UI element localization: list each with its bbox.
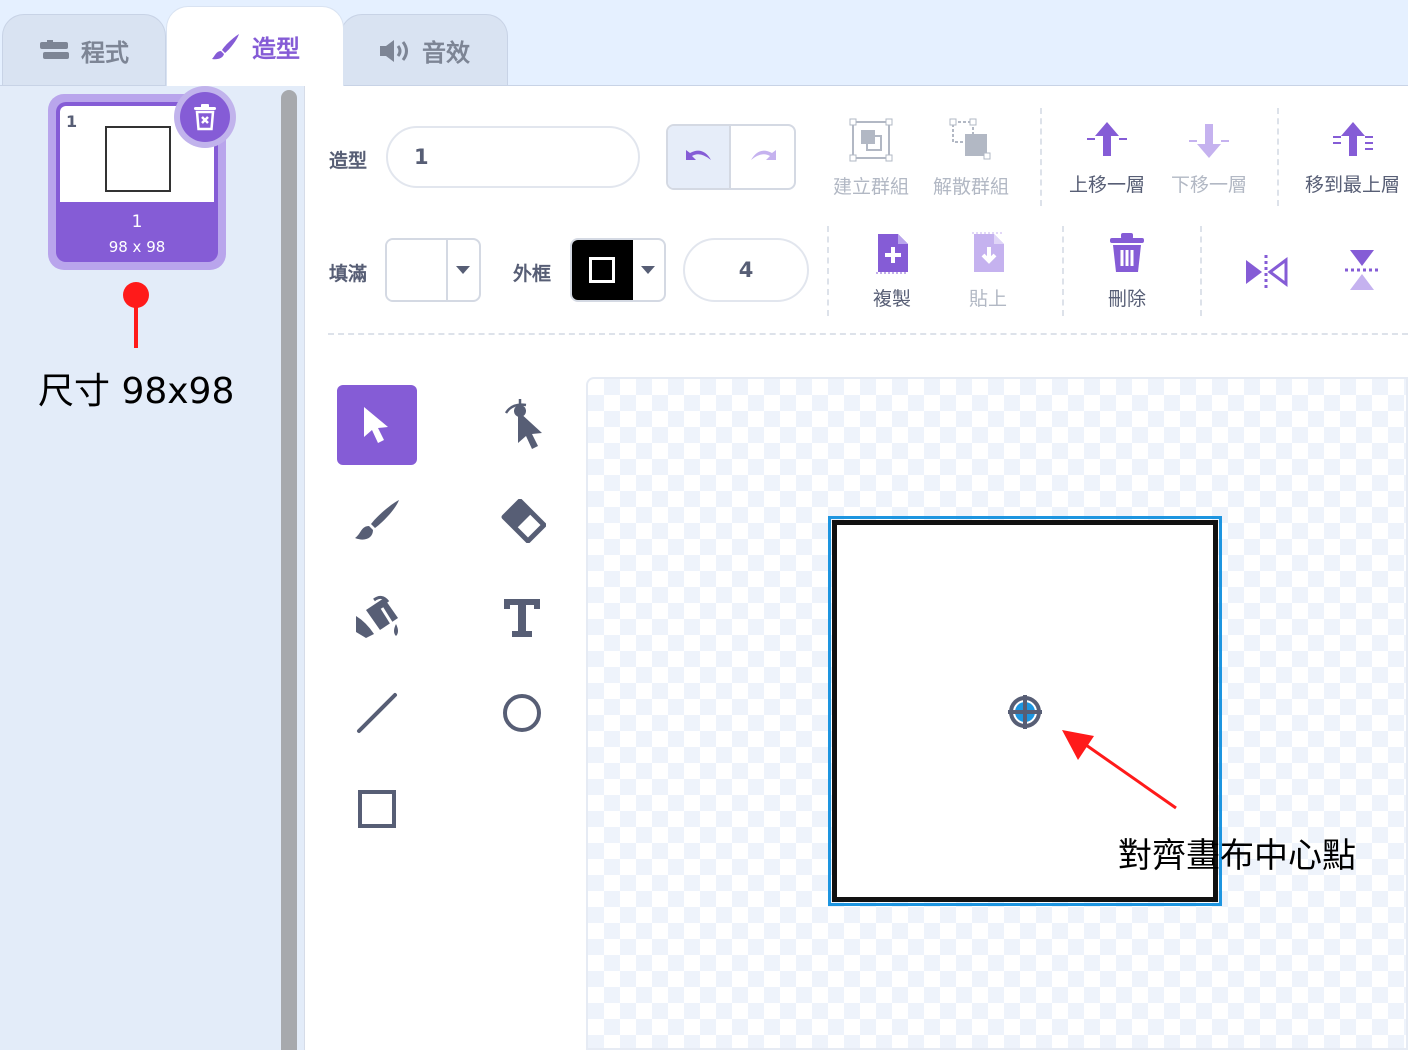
group-label: 建立群組 (833, 176, 910, 198)
code-blocks-icon (39, 39, 71, 62)
eraser-tool[interactable] (482, 481, 562, 561)
paste-button[interactable]: 貼上 (969, 232, 1007, 311)
line-icon (357, 693, 397, 733)
flip-vertical-button[interactable] (1322, 230, 1402, 310)
costume-list-scrollbar[interactable] (281, 90, 297, 1050)
undo-redo-group (666, 124, 796, 190)
ungroup-label: 解散群組 (933, 176, 1010, 198)
delete-button[interactable]: 刪除 (1108, 232, 1146, 311)
front-button[interactable]: 移到最上層 (1305, 120, 1400, 197)
tab-costumes-label: 造型 (252, 35, 300, 63)
rectangle-tool[interactable] (337, 769, 417, 849)
costume-name: 1 (131, 212, 143, 232)
paste-icon (972, 232, 1004, 272)
line-tool[interactable] (337, 673, 417, 753)
trash-icon (1110, 233, 1144, 272)
group-button[interactable]: 建立群組 (833, 118, 909, 199)
toolbar-divider (827, 226, 829, 316)
text-tool[interactable] (482, 577, 562, 657)
center-annotation: 對齊畫布中心點 (1118, 836, 1356, 876)
trash-icon (180, 92, 230, 142)
tab-sounds-label: 音效 (422, 39, 470, 67)
ungroup-icon (949, 118, 991, 160)
text-t-icon (504, 599, 540, 637)
undo-icon (685, 150, 711, 160)
annotation-pin-line (134, 300, 138, 348)
redo-button[interactable] (731, 126, 794, 188)
brush-tool[interactable] (337, 481, 417, 561)
caret-down-icon (633, 240, 664, 300)
reshape-tool[interactable] (482, 385, 562, 465)
flip-horizontal-icon (1246, 255, 1288, 289)
tab-costumes[interactable]: 造型 (166, 6, 344, 86)
costume-name-label: 造型 (329, 150, 368, 172)
circle-icon (503, 694, 541, 732)
backward-button[interactable]: 下移一層 (1171, 120, 1247, 197)
annotation-arrow-icon (1062, 730, 1177, 810)
fill-color-swatch (387, 240, 448, 300)
tab-sounds[interactable]: 音效 (340, 14, 508, 86)
undo-button[interactable] (668, 126, 732, 188)
tab-code[interactable]: 程式 (2, 14, 166, 86)
outline-label: 外框 (513, 263, 552, 285)
flip-vertical-icon (1345, 250, 1379, 290)
eraser-icon (501, 499, 546, 543)
reshape-icon (504, 399, 542, 449)
outline-color-picker[interactable] (570, 238, 666, 302)
costume-size: 98 x 98 (108, 238, 166, 256)
fill-label: 填滿 (329, 263, 368, 285)
crosshair-icon (1006, 693, 1044, 735)
arrow-up-icon (1087, 122, 1127, 156)
group-icon (849, 118, 893, 162)
paint-bucket-icon (356, 595, 398, 638)
arrow-down-icon (1189, 124, 1229, 158)
paintbrush-icon (355, 500, 399, 540)
fill-tool[interactable] (337, 577, 417, 657)
toolbar-divider (1200, 226, 1202, 316)
toolbar-bottom-divider (328, 333, 1408, 335)
toolbar-divider (1040, 108, 1042, 206)
size-annotation: 尺寸 98x98 (38, 371, 235, 412)
select-tool[interactable] (337, 385, 417, 465)
forward-button[interactable]: 上移一層 (1069, 120, 1145, 197)
circle-tool[interactable] (482, 673, 562, 753)
front-label: 移到最上層 (1305, 174, 1401, 196)
speaker-icon (378, 38, 412, 64)
tab-code-label: 程式 (81, 39, 129, 67)
costume-name-input[interactable]: 1 (386, 126, 640, 188)
flip-horizontal-button[interactable] (1226, 232, 1306, 312)
fill-color-picker[interactable] (385, 238, 481, 302)
toolbar-divider (1277, 108, 1279, 206)
caret-down-icon (448, 240, 479, 300)
rectangle-icon (358, 790, 396, 828)
ungroup-button[interactable]: 解散群組 (933, 118, 1009, 199)
copy-label: 複製 (873, 288, 912, 310)
paste-label: 貼上 (969, 288, 1008, 310)
copy-button[interactable]: 複製 (873, 232, 911, 311)
outline-color-swatch (572, 240, 633, 300)
costume-thumbnail (105, 126, 171, 192)
pointer-arrow-icon (364, 407, 388, 443)
costume-index: 1 (66, 112, 78, 131)
outline-width-input[interactable]: 4 (683, 238, 809, 302)
arrow-top-icon (1332, 122, 1373, 156)
delete-label: 刪除 (1108, 288, 1147, 310)
delete-costume-button[interactable] (174, 86, 236, 148)
toolbar-divider (1062, 226, 1064, 316)
forward-label: 上移一層 (1069, 174, 1146, 196)
paint-editor-window: 程式 造型 音效 1 1 98 x 98 尺寸 98x98 造型 1 建立群組 … (0, 0, 1408, 1050)
redo-icon (750, 150, 776, 160)
paintbrush-icon (210, 31, 242, 63)
copy-icon (876, 234, 908, 274)
backward-label: 下移一層 (1171, 174, 1248, 196)
